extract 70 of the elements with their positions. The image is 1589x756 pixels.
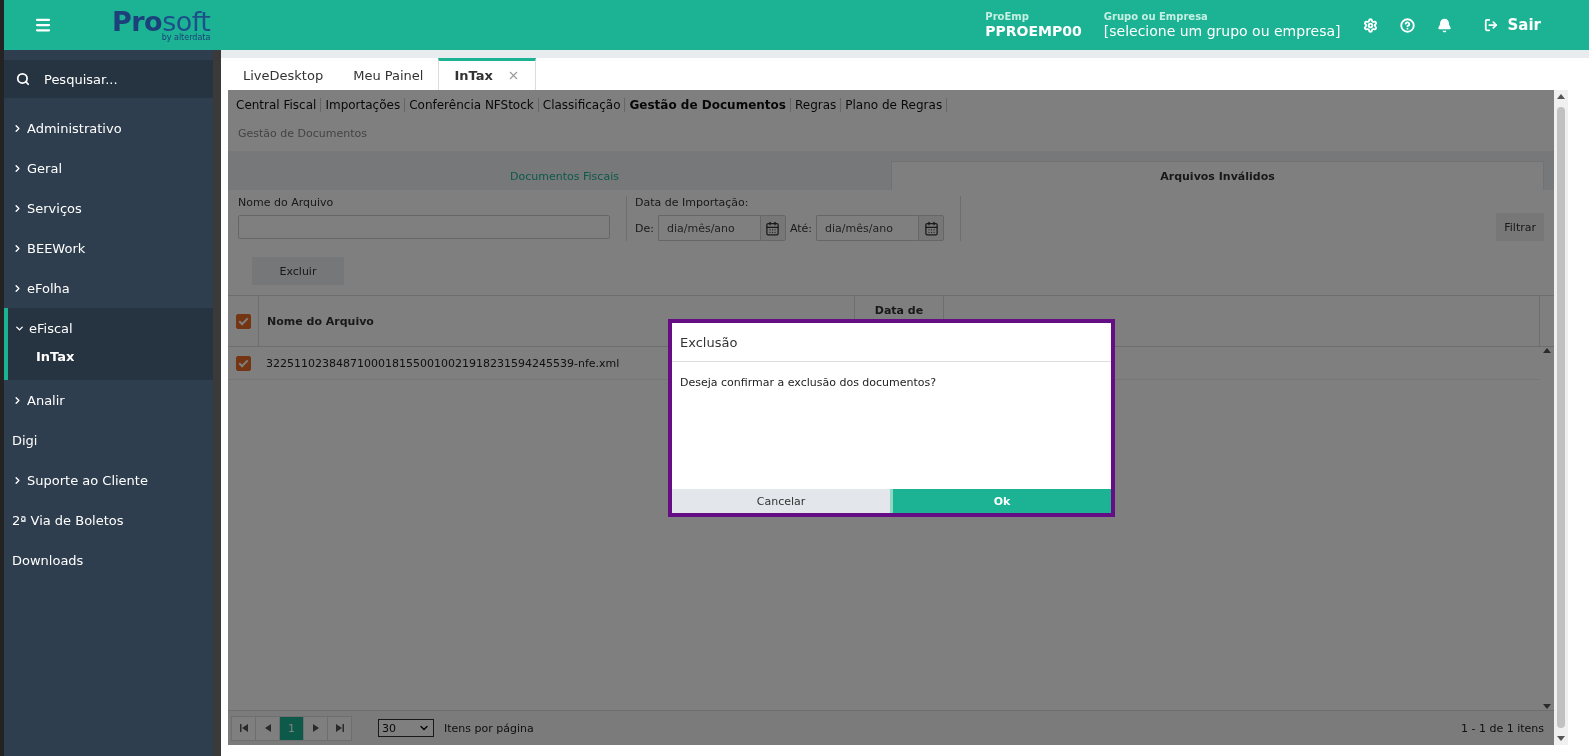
- company-code-label: ProEmp: [985, 11, 1030, 23]
- delete-button[interactable]: Excluir: [252, 257, 344, 285]
- calendar-icon: [765, 220, 781, 236]
- table-cell-text: 32251102384871000181550010021918231594245539-nfe.xml: [265, 356, 620, 370]
- settings-icon[interactable]: [1362, 17, 1378, 33]
- calendar-button[interactable]: [759, 215, 786, 241]
- file-name-input[interactable]: [238, 215, 610, 239]
- nav-link[interactable]: Classificação: [538, 98, 626, 112]
- company-code: PPROEMP00: [985, 22, 1082, 39]
- last-page-icon: [335, 724, 344, 732]
- first-page-icon: [239, 724, 248, 732]
- nav-link[interactable]: Regras: [790, 98, 842, 112]
- sidebar-item[interactable]: Serviços: [4, 188, 213, 228]
- field-label: Nome do Arquivo: [238, 196, 335, 209]
- nav-link[interactable]: Plano de Regras: [841, 98, 948, 112]
- breadcrumb: Gestão de Documentos: [237, 126, 368, 142]
- next-page-button[interactable]: [303, 715, 328, 741]
- chevron-right-icon: [12, 202, 23, 214]
- search-icon: [16, 72, 30, 86]
- nav-link[interactable]: Gestão de Documentos: [625, 98, 791, 112]
- sidebar-item[interactable]: Geral: [4, 148, 213, 188]
- search-field[interactable]: Pesquisar...: [4, 60, 213, 98]
- calendar-button[interactable]: [918, 215, 945, 241]
- sidebar-item[interactable]: Administrativo: [4, 108, 213, 148]
- chevron-right-icon: [12, 394, 23, 406]
- filter-button[interactable]: Filtrar: [1496, 213, 1544, 241]
- date-input[interactable]: dia/mês/ano: [816, 215, 919, 241]
- app-tab[interactable]: InTax: [438, 58, 536, 90]
- checkbox[interactable]: [235, 355, 251, 371]
- chevron-right-icon: [12, 122, 23, 134]
- calendar-icon: [923, 220, 939, 236]
- sidebar-item[interactable]: eFolha: [4, 268, 213, 308]
- sidebar-item[interactable]: BEEWork: [4, 228, 213, 268]
- logout-icon: [1483, 18, 1498, 32]
- previous-page-icon: [263, 724, 272, 732]
- sidebar-item[interactable]: 2ª Via de Boletos: [4, 500, 213, 540]
- help-icon[interactable]: [1399, 17, 1415, 33]
- document-tab[interactable]: Arquivos Inválidos: [891, 161, 1544, 190]
- date-input[interactable]: dia/mês/ano: [657, 215, 760, 241]
- field-label: Até:: [789, 221, 813, 235]
- cancel-button[interactable]: Cancelar: [672, 489, 890, 513]
- dialog-message: Deseja confirmar a exclusão dos documentos?: [679, 375, 938, 391]
- chevron-right-icon: [12, 242, 23, 254]
- logo: Prosoft by alterdata: [112, 8, 211, 42]
- nav-link[interactable]: Central Fiscal: [232, 98, 322, 112]
- menu-icon[interactable]: [34, 16, 52, 34]
- field-label: Data de Importação:: [635, 196, 750, 209]
- first-page-button[interactable]: [231, 715, 256, 741]
- scroll-up-icon: [1543, 347, 1551, 355]
- bell-icon[interactable]: [1436, 17, 1452, 33]
- chevron-right-icon: [12, 282, 23, 294]
- previous-page-button[interactable]: [255, 715, 280, 741]
- nav-link[interactable]: Importações: [321, 98, 406, 112]
- sidebar-item[interactable]: Suporte ao Cliente: [4, 460, 213, 500]
- sidebar-item[interactable]: Digi: [4, 420, 213, 460]
- scrollbar[interactable]: [1554, 90, 1568, 745]
- pager-summary: 1 - 1 de 1 itens: [1460, 721, 1544, 735]
- last-page-button[interactable]: [327, 715, 352, 741]
- sidebar-item[interactable]: Analir: [4, 380, 213, 420]
- field-label: De:: [635, 221, 654, 235]
- sidebar-item[interactable]: Downloads: [4, 540, 213, 580]
- dialog-title: Exclusão: [672, 323, 1111, 362]
- group-label: Grupo ou Empresa: [1103, 11, 1209, 23]
- next-page-icon: [311, 724, 320, 732]
- nav-link[interactable]: Conferência NFStock: [405, 98, 539, 112]
- checkbox[interactable]: [235, 313, 251, 329]
- page-size-select[interactable]: 30: [378, 719, 434, 737]
- chevron-right-icon: [12, 162, 23, 174]
- chevron-right-icon: [12, 474, 23, 486]
- page-size-label: Itens por página: [444, 721, 534, 735]
